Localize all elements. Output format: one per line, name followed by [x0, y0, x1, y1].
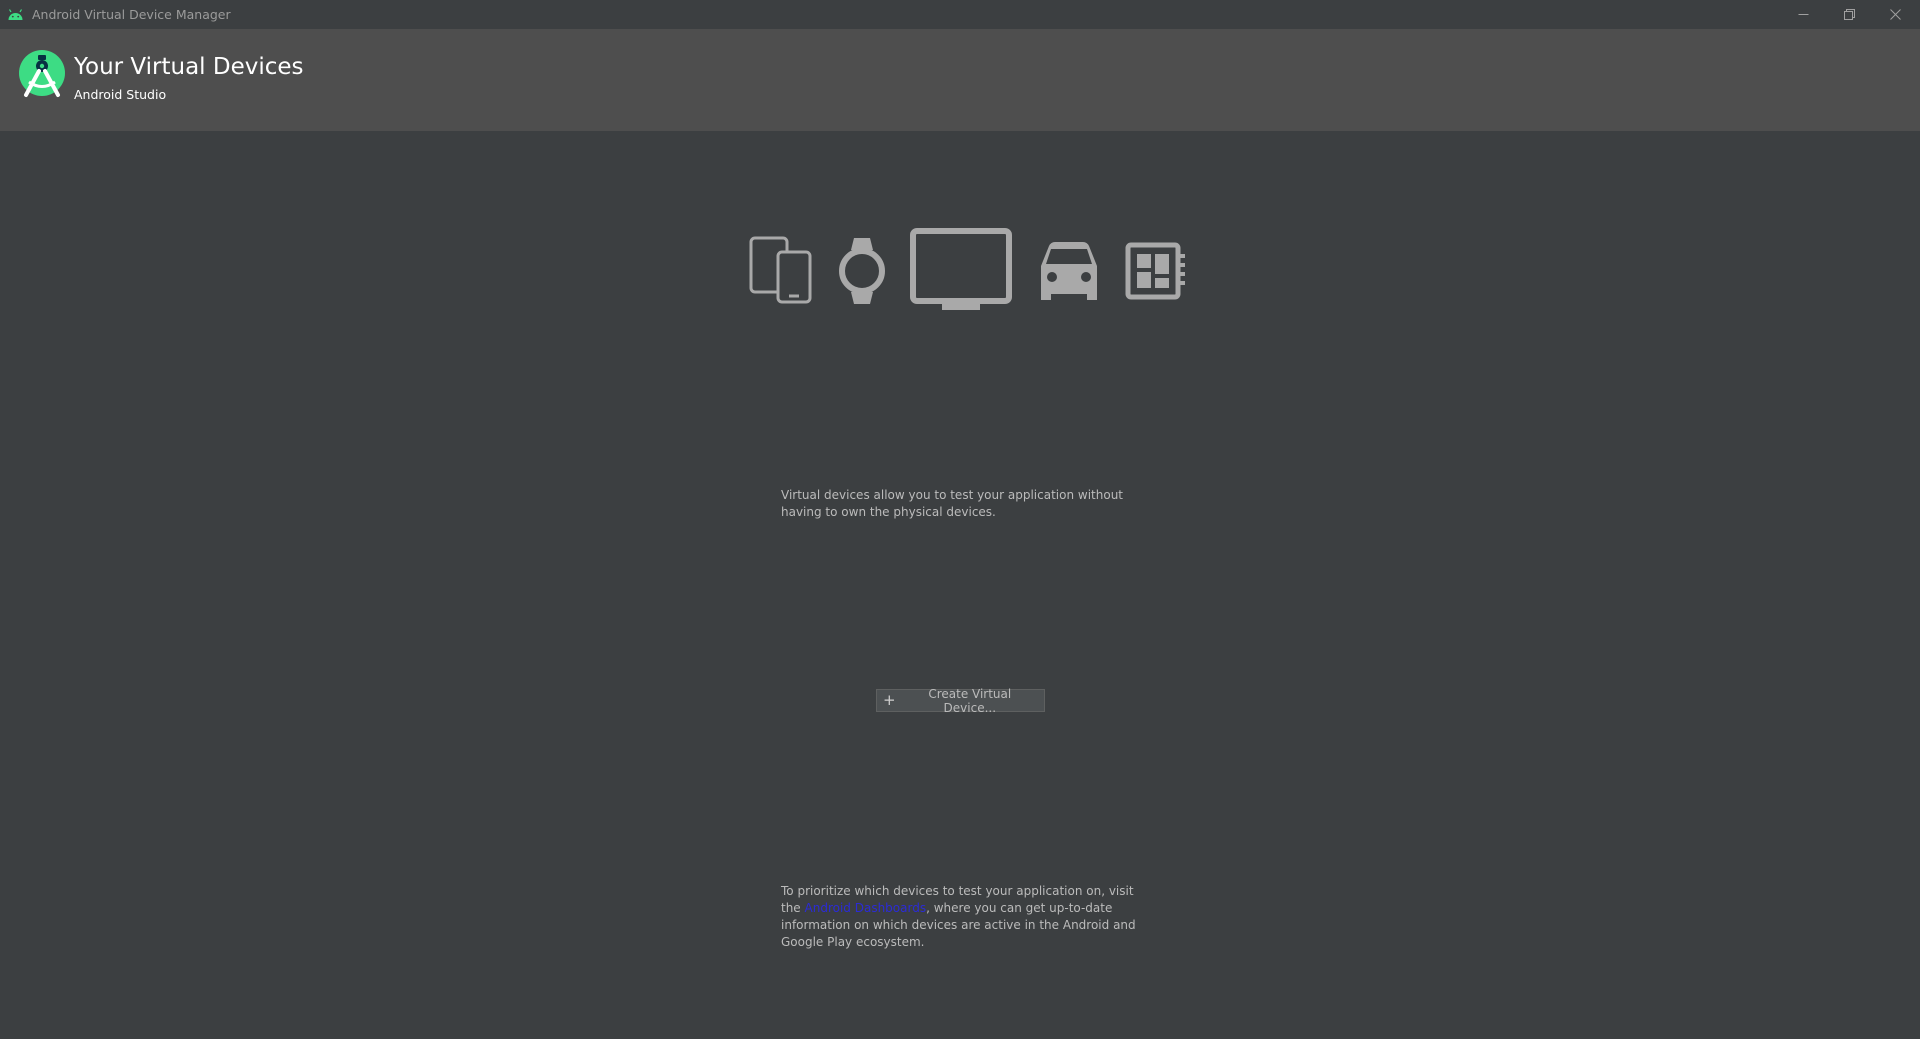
minimize-button[interactable] [1780, 0, 1826, 29]
intro-description: Virtual devices allow you to test your a… [781, 488, 1123, 519]
page-title: Your Virtual Devices [74, 54, 304, 80]
android-dashboards-link[interactable]: Android Dashboards [805, 901, 927, 915]
tv-icon [910, 228, 1012, 310]
page-subtitle: Android Studio [74, 87, 167, 102]
minimize-icon [1798, 14, 1808, 15]
header-banner: Your Virtual Devices Android Studio [0, 29, 1920, 131]
android-icon [8, 9, 23, 20]
restore-icon [1843, 9, 1855, 20]
create-button-label: Create Virtual Device... [928, 686, 1012, 715]
restore-button[interactable] [1826, 0, 1872, 29]
close-button[interactable] [1872, 0, 1918, 29]
watch-icon [839, 238, 885, 304]
window-title: Android Virtual Device Manager [32, 7, 231, 22]
title-bar[interactable]: Android Virtual Device Manager [0, 0, 1920, 29]
plus-icon: + [883, 691, 896, 709]
things-icon [1125, 242, 1185, 300]
create-virtual-device-button[interactable]: + Create Virtual Device... [876, 686, 1045, 715]
android-studio-logo [19, 50, 65, 97]
close-icon [1889, 9, 1901, 20]
device-type-icons [745, 228, 1190, 314]
dashboards-hint: To prioritize which devices to test your… [781, 883, 1153, 951]
phone-tablet-icon [749, 236, 812, 304]
car-icon [1041, 242, 1097, 300]
avd-manager-window: Android Virtual Device Manager Your Virt… [0, 0, 1920, 1039]
